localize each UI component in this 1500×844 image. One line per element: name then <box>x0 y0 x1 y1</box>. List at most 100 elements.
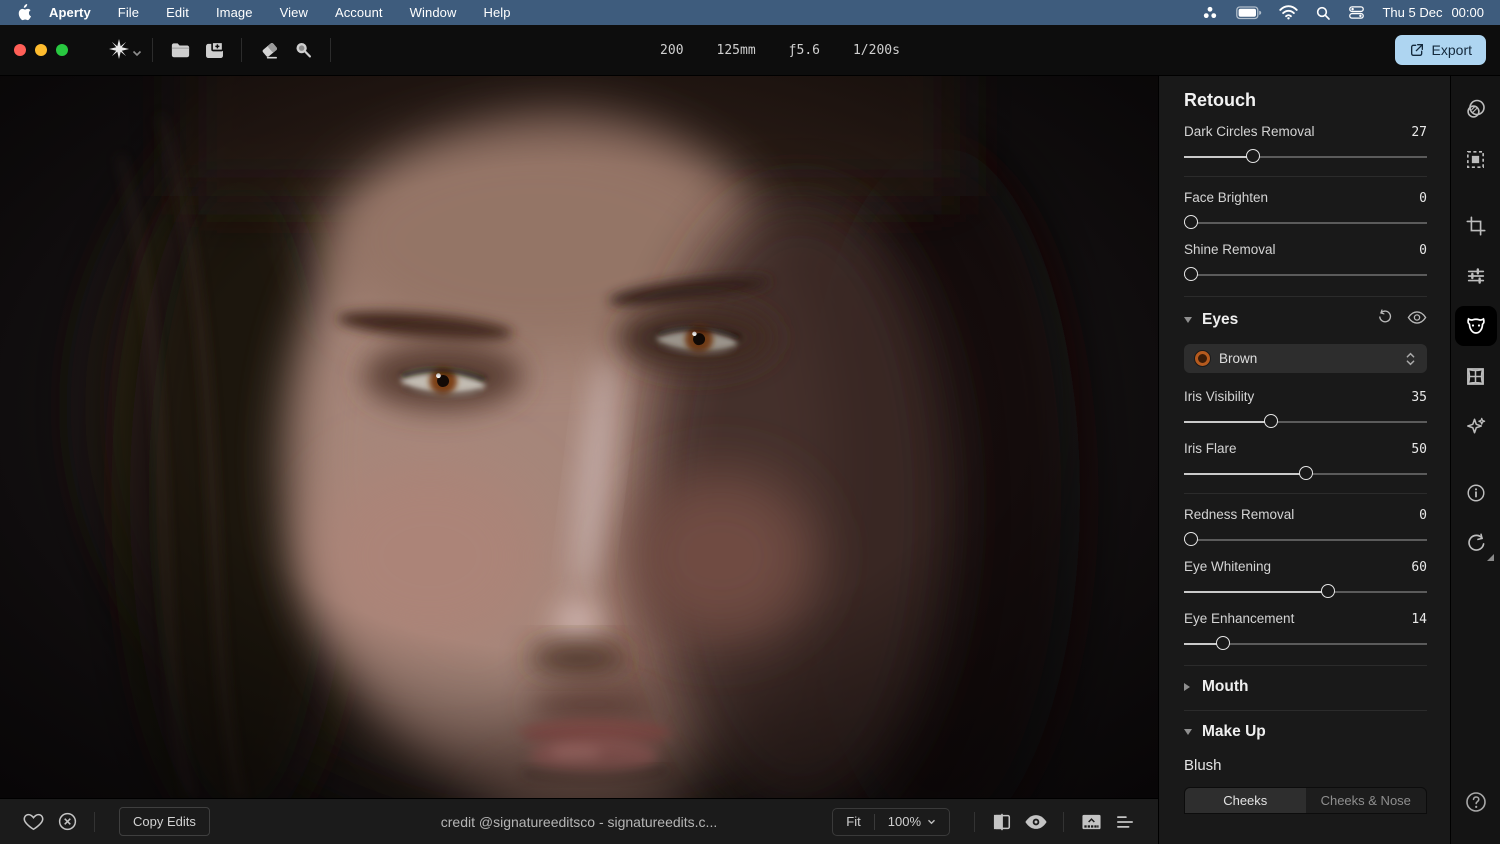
wifi-icon[interactable] <box>1279 5 1298 20</box>
toolbar-divider <box>241 38 242 62</box>
export-button[interactable]: Export <box>1395 35 1486 65</box>
section-title[interactable]: Mouth <box>1202 678 1248 696</box>
export-icon <box>1409 42 1425 58</box>
menubar-clock[interactable]: Thu 5 Dec00:00 <box>1382 5 1484 20</box>
slider-knob[interactable] <box>1216 636 1230 650</box>
canvas-selection-icon[interactable] <box>1455 139 1497 179</box>
slider-track[interactable] <box>1184 584 1427 599</box>
zoom-window-button[interactable] <box>56 44 68 56</box>
slider-label: Face Brighten <box>1184 190 1268 205</box>
slider-track[interactable] <box>1184 215 1427 230</box>
slider-value: 50 <box>1411 442 1427 457</box>
section-title[interactable]: Eyes <box>1202 311 1238 329</box>
panel-divider <box>1184 493 1427 494</box>
slider-track[interactable] <box>1184 267 1427 282</box>
face-retouch-icon[interactable] <box>1455 306 1497 346</box>
tab-cheeks[interactable]: Cheeks <box>1185 788 1306 813</box>
exif-iso: 200 <box>660 43 683 58</box>
section-title[interactable]: Make Up <box>1202 723 1266 741</box>
spotlight-search-icon[interactable] <box>1315 5 1331 21</box>
slider-value: 0 <box>1419 508 1427 523</box>
slider-dark-circles: Dark Circles Removal 27 <box>1184 124 1427 164</box>
image-canvas[interactable] <box>0 76 1158 798</box>
slider-value: 14 <box>1411 612 1427 627</box>
slider-knob[interactable] <box>1321 584 1335 598</box>
preview-eye-icon[interactable] <box>1019 805 1053 839</box>
panel-divider <box>1184 176 1427 177</box>
reset-section-icon[interactable] <box>1377 309 1393 330</box>
slider-track[interactable] <box>1184 636 1427 651</box>
add-image-button[interactable] <box>197 33 231 67</box>
apple-menu-icon[interactable] <box>16 4 31 21</box>
slider-track[interactable] <box>1184 414 1427 429</box>
slider-knob[interactable] <box>1246 149 1260 163</box>
chevron-down-icon <box>927 819 936 825</box>
slider-knob[interactable] <box>1184 532 1198 546</box>
slider-knob[interactable] <box>1184 267 1198 281</box>
menu-window[interactable]: Window <box>410 5 457 20</box>
open-folder-button[interactable] <box>163 33 197 67</box>
info-icon[interactable] <box>1455 473 1497 513</box>
menu-image[interactable]: Image <box>216 5 253 20</box>
slider-track[interactable] <box>1184 466 1427 481</box>
status-dots-icon[interactable] <box>1201 4 1219 22</box>
loupe-tool-button[interactable] <box>286 33 320 67</box>
disclosure-triangle-icon[interactable] <box>1184 729 1192 735</box>
battery-icon[interactable] <box>1236 6 1262 20</box>
slider-track[interactable] <box>1184 532 1427 547</box>
adjustments-icon[interactable] <box>1455 256 1497 296</box>
disclosure-triangle-icon[interactable] <box>1184 683 1190 691</box>
slider-track[interactable] <box>1184 149 1427 164</box>
slider-knob[interactable] <box>1184 215 1198 229</box>
section-eyes: Eyes Brown <box>1184 296 1427 651</box>
flyout-corner-icon <box>1487 554 1494 561</box>
iris-color-name: Brown <box>1219 351 1257 366</box>
menu-account[interactable]: Account <box>335 5 383 20</box>
slider-label: Eye Enhancement <box>1184 611 1294 626</box>
edits-list-icon[interactable] <box>1108 805 1142 839</box>
bottombar-divider <box>1063 812 1064 832</box>
close-window-button[interactable] <box>14 44 26 56</box>
section-visibility-eye-icon[interactable] <box>1407 310 1427 330</box>
favorite-heart-icon[interactable] <box>16 805 50 839</box>
blush-area-tabs: Cheeks Cheeks & Nose <box>1184 787 1427 814</box>
presets-lens-icon[interactable] <box>1455 89 1497 129</box>
slider-knob[interactable] <box>1299 466 1313 480</box>
slider-value: 60 <box>1411 560 1427 575</box>
menu-app-name[interactable]: Aperty <box>49 5 91 20</box>
enhance-star-button[interactable] <box>102 33 136 67</box>
history-undo-icon[interactable] <box>1455 523 1497 563</box>
background-mesh-icon[interactable] <box>1455 356 1497 396</box>
effects-sparkle-icon[interactable] <box>1455 406 1497 446</box>
slider-label: Iris Visibility <box>1184 389 1254 404</box>
reject-circle-x-icon[interactable] <box>50 805 84 839</box>
minimize-window-button[interactable] <box>35 44 47 56</box>
help-icon[interactable] <box>1455 782 1497 822</box>
iris-color-dropdown[interactable]: Brown <box>1184 344 1427 373</box>
eraser-tool-button[interactable] <box>252 33 286 67</box>
control-center-icon[interactable] <box>1348 4 1365 21</box>
slider-shine-removal: Shine Removal 0 <box>1184 242 1427 282</box>
slider-value: 0 <box>1419 191 1427 206</box>
slider-label: Redness Removal <box>1184 507 1294 522</box>
zoom-level-dropdown[interactable]: 100% <box>875 809 949 835</box>
exif-info: 200 125mm ƒ5.6 1/200s <box>660 25 900 76</box>
fit-button[interactable]: Fit <box>833 809 873 835</box>
menu-file[interactable]: File <box>118 5 139 20</box>
crop-tool-icon[interactable] <box>1455 206 1497 246</box>
portrait-photo <box>0 76 1158 798</box>
enhance-dropdown-chevron-icon[interactable] <box>132 44 142 62</box>
filmstrip-panel-icon[interactable] <box>1074 805 1108 839</box>
slider-knob[interactable] <box>1264 414 1278 428</box>
menu-help[interactable]: Help <box>483 5 510 20</box>
copy-edits-button[interactable]: Copy Edits <box>119 807 210 836</box>
tab-cheeks-and-nose[interactable]: Cheeks & Nose <box>1306 788 1427 813</box>
slider-redness-removal: Redness Removal 0 <box>1184 507 1427 547</box>
menu-view[interactable]: View <box>280 5 308 20</box>
menu-edit[interactable]: Edit <box>166 5 189 20</box>
app-toolbar: 200 125mm ƒ5.6 1/200s Export <box>0 25 1500 76</box>
before-after-split-icon[interactable] <box>985 805 1019 839</box>
exif-aperture: ƒ5.6 <box>789 43 820 58</box>
exif-focal-length: 125mm <box>717 43 756 58</box>
disclosure-triangle-icon[interactable] <box>1184 317 1192 323</box>
